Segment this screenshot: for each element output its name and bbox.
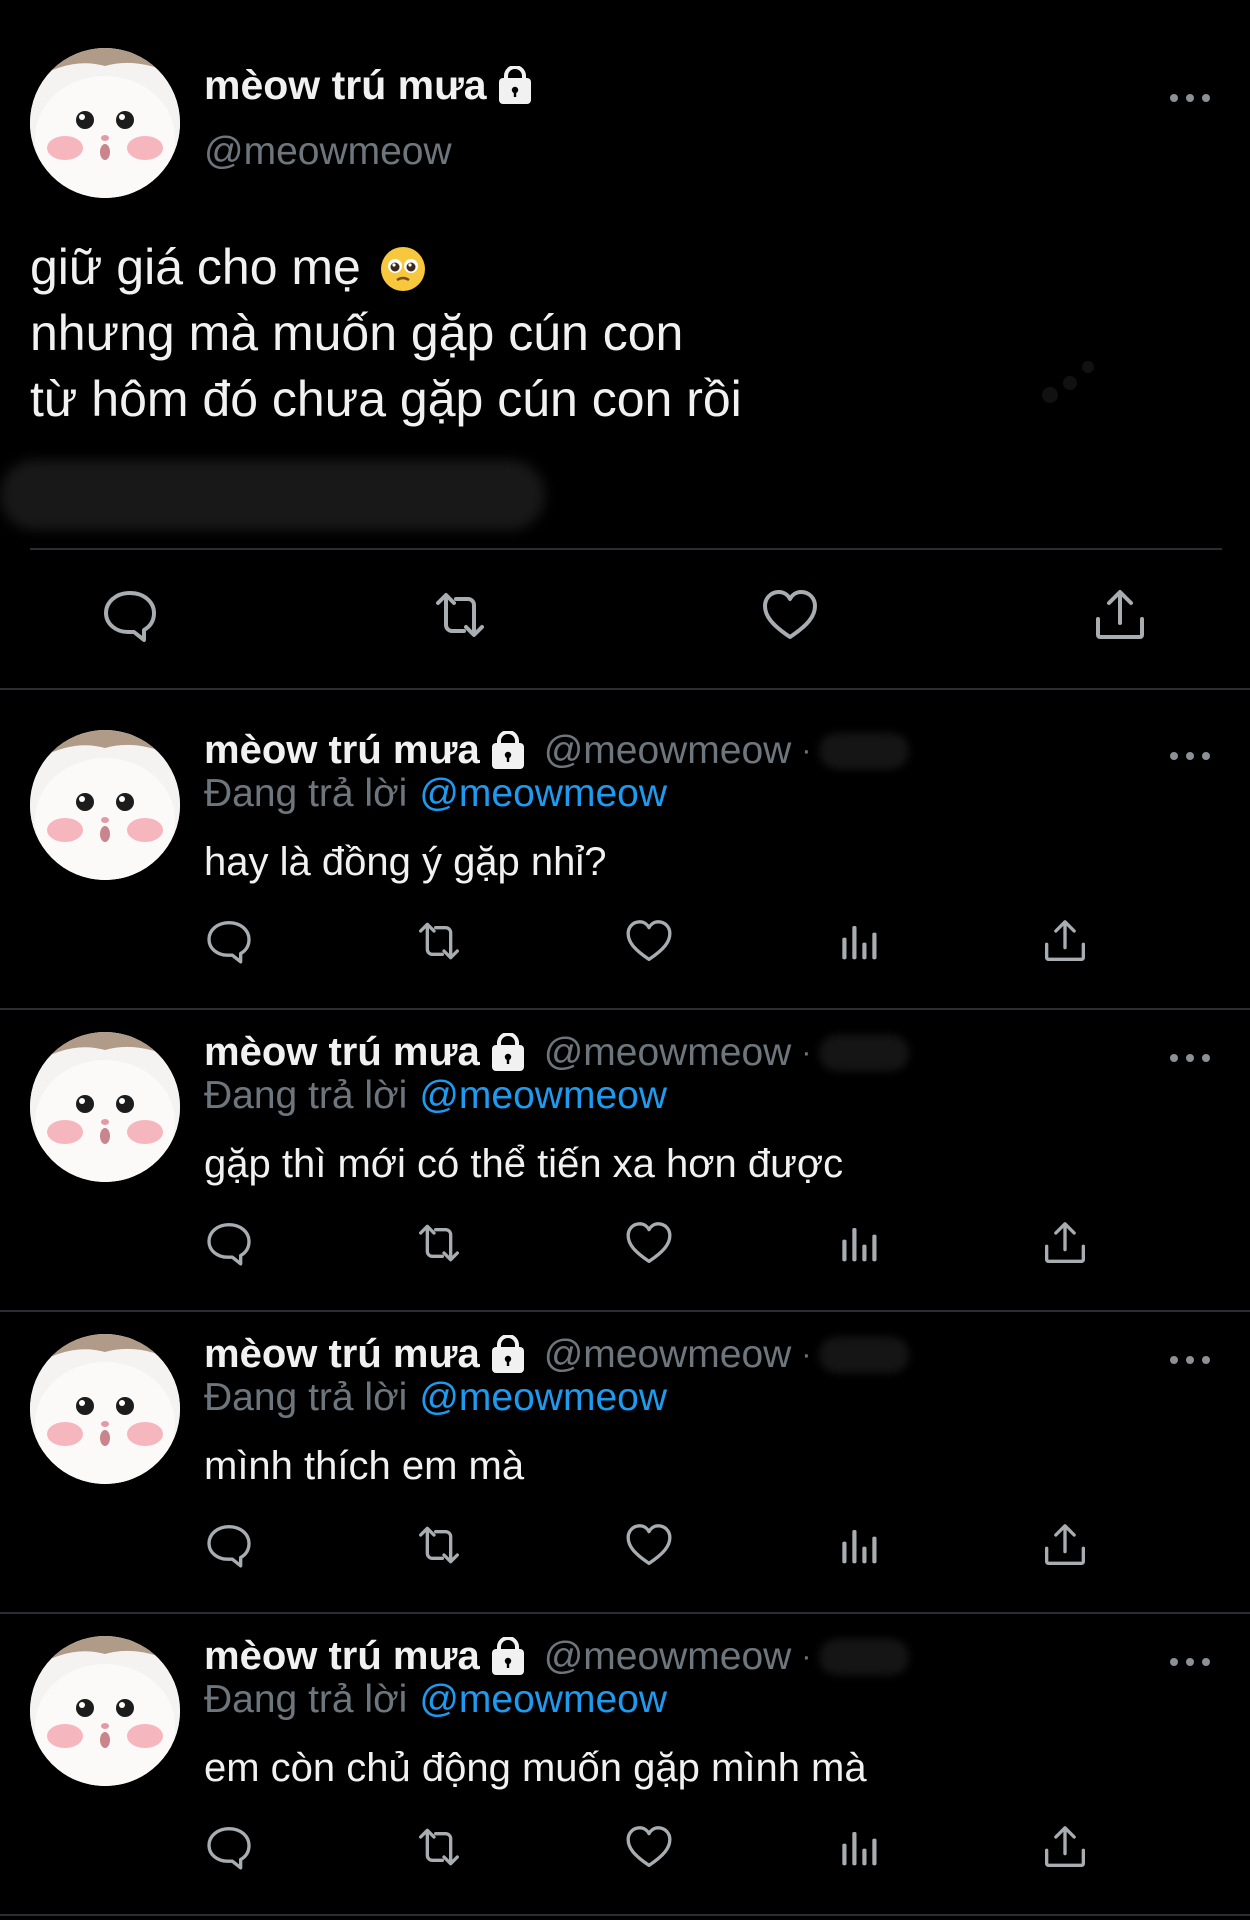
- pleading-face-emoji: [379, 243, 427, 291]
- reply-icon[interactable]: [100, 585, 160, 645]
- reply-header: mèow trú mưa @meowmeow ·: [204, 1332, 910, 1377]
- author-handle[interactable]: @meowmeow: [544, 1333, 792, 1377]
- analytics-icon[interactable]: [834, 1822, 884, 1872]
- analytics-icon[interactable]: [834, 1218, 884, 1268]
- retweet-icon[interactable]: [414, 916, 464, 966]
- divider: [0, 1914, 1250, 1916]
- heart-icon[interactable]: [624, 916, 674, 966]
- author-name[interactable]: mèow trú mưa: [204, 62, 535, 109]
- mention-link[interactable]: @meowmeow: [419, 1376, 667, 1419]
- analytics-icon[interactable]: [834, 916, 884, 966]
- retweet-icon[interactable]: [414, 1218, 464, 1268]
- separator-dot: ·: [801, 1337, 812, 1371]
- avatar[interactable]: [30, 48, 180, 198]
- blurred-timestamp: [819, 732, 910, 769]
- more-icon[interactable]: [1170, 1354, 1210, 1366]
- author-name[interactable]: mèow trú mưa: [204, 1634, 528, 1679]
- lock-icon: [495, 64, 535, 106]
- cat-avatar-image: [30, 1032, 180, 1182]
- tweet-text: gặp thì mới có thể tiến xa hơn được: [204, 1142, 844, 1186]
- avatar[interactable]: [30, 730, 180, 880]
- author-name[interactable]: mèow trú mưa: [204, 728, 528, 773]
- mention-link[interactable]: @meowmeow: [419, 772, 667, 815]
- retweet-icon[interactable]: [414, 1520, 464, 1570]
- lock-icon: [488, 1635, 528, 1677]
- reply-header: mèow trú mưa @meowmeow ·: [204, 1634, 910, 1679]
- avatar[interactable]: [30, 1334, 180, 1484]
- replying-to: Đang trả lời @meowmeow: [204, 1376, 667, 1419]
- heart-icon[interactable]: [624, 1520, 674, 1570]
- author-name[interactable]: mèow trú mưa: [204, 1332, 528, 1377]
- blurred-timestamp: [819, 1638, 910, 1675]
- replying-to: Đang trả lời @meowmeow: [204, 1074, 667, 1117]
- blurred-artifact: [1042, 361, 1094, 403]
- separator-dot: ·: [801, 733, 812, 767]
- blurred-timestamp: [819, 1034, 910, 1071]
- author-name[interactable]: mèow trú mưa: [204, 1030, 528, 1075]
- tweet-text: giữ giá cho mẹ nhưng mà muốn gặp cún con…: [30, 239, 742, 427]
- more-icon[interactable]: [1170, 750, 1210, 762]
- author-handle[interactable]: @meowmeow: [544, 1635, 792, 1679]
- separator-dot: ·: [801, 1035, 812, 1069]
- share-icon[interactable]: [1040, 916, 1090, 966]
- action-bar: [0, 585, 1250, 655]
- reply-icon[interactable]: [204, 1520, 254, 1570]
- replying-to: Đang trả lời @meowmeow: [204, 1678, 667, 1721]
- reply-icon[interactable]: [204, 916, 254, 966]
- replying-to: Đang trả lời @meowmeow: [204, 772, 667, 815]
- reply-header: mèow trú mưa @meowmeow ·: [204, 728, 910, 773]
- tweet-text: hay là đồng ý gặp nhỉ?: [204, 840, 607, 884]
- cat-avatar-image: [30, 1334, 180, 1484]
- share-icon[interactable]: [1040, 1822, 1090, 1872]
- reply-tweet[interactable]: mèow trú mưa @meowmeow · Đang trả lời @me…: [0, 690, 1250, 990]
- retweet-icon[interactable]: [430, 585, 490, 645]
- author-handle[interactable]: @meowmeow: [544, 1031, 792, 1075]
- retweet-icon[interactable]: [414, 1822, 464, 1872]
- cat-avatar-image: [30, 48, 180, 198]
- action-bar: [0, 1822, 1250, 1878]
- more-icon[interactable]: [1170, 92, 1210, 104]
- more-icon[interactable]: [1170, 1656, 1210, 1668]
- reply-icon[interactable]: [204, 1218, 254, 1268]
- avatar[interactable]: [30, 1032, 180, 1182]
- analytics-icon[interactable]: [834, 1520, 884, 1570]
- share-icon[interactable]: [1090, 585, 1150, 645]
- share-icon[interactable]: [1040, 1218, 1090, 1268]
- action-bar: [0, 1218, 1250, 1274]
- reply-icon[interactable]: [204, 1822, 254, 1872]
- more-icon[interactable]: [1170, 1052, 1210, 1064]
- mention-link[interactable]: @meowmeow: [419, 1074, 667, 1117]
- cat-avatar-image: [30, 730, 180, 880]
- heart-icon[interactable]: [760, 585, 820, 645]
- reply-tweet[interactable]: mèow trú mưa @meowmeow · Đang trả lời @me…: [0, 1596, 1250, 1896]
- main-tweet: mèow trú mưa @meowmeow giữ giá cho mẹ nh…: [0, 0, 1250, 690]
- blurred-timestamp: [0, 460, 545, 530]
- lock-icon: [488, 1031, 528, 1073]
- author-handle[interactable]: @meowmeow: [544, 729, 792, 773]
- action-bar: [0, 916, 1250, 972]
- share-icon[interactable]: [1040, 1520, 1090, 1570]
- tweet-text: em còn chủ động muốn gặp mình mà: [204, 1746, 867, 1790]
- tweet-text: mình thích em mà: [204, 1444, 525, 1488]
- heart-icon[interactable]: [624, 1218, 674, 1268]
- reply-tweet[interactable]: mèow trú mưa @meowmeow · Đang trả lời @me…: [0, 992, 1250, 1292]
- heart-icon[interactable]: [624, 1822, 674, 1872]
- lock-icon: [488, 1333, 528, 1375]
- divider: [30, 548, 1222, 550]
- author-handle[interactable]: @meowmeow: [204, 130, 452, 174]
- reply-tweet[interactable]: mèow trú mưa @meowmeow · Đang trả lời @me…: [0, 1294, 1250, 1594]
- reply-header: mèow trú mưa @meowmeow ·: [204, 1030, 910, 1075]
- cat-avatar-image: [30, 1636, 180, 1786]
- blurred-timestamp: [819, 1336, 910, 1373]
- avatar[interactable]: [30, 1636, 180, 1786]
- mention-link[interactable]: @meowmeow: [419, 1678, 667, 1721]
- lock-icon: [488, 729, 528, 771]
- separator-dot: ·: [801, 1639, 812, 1673]
- action-bar: [0, 1520, 1250, 1576]
